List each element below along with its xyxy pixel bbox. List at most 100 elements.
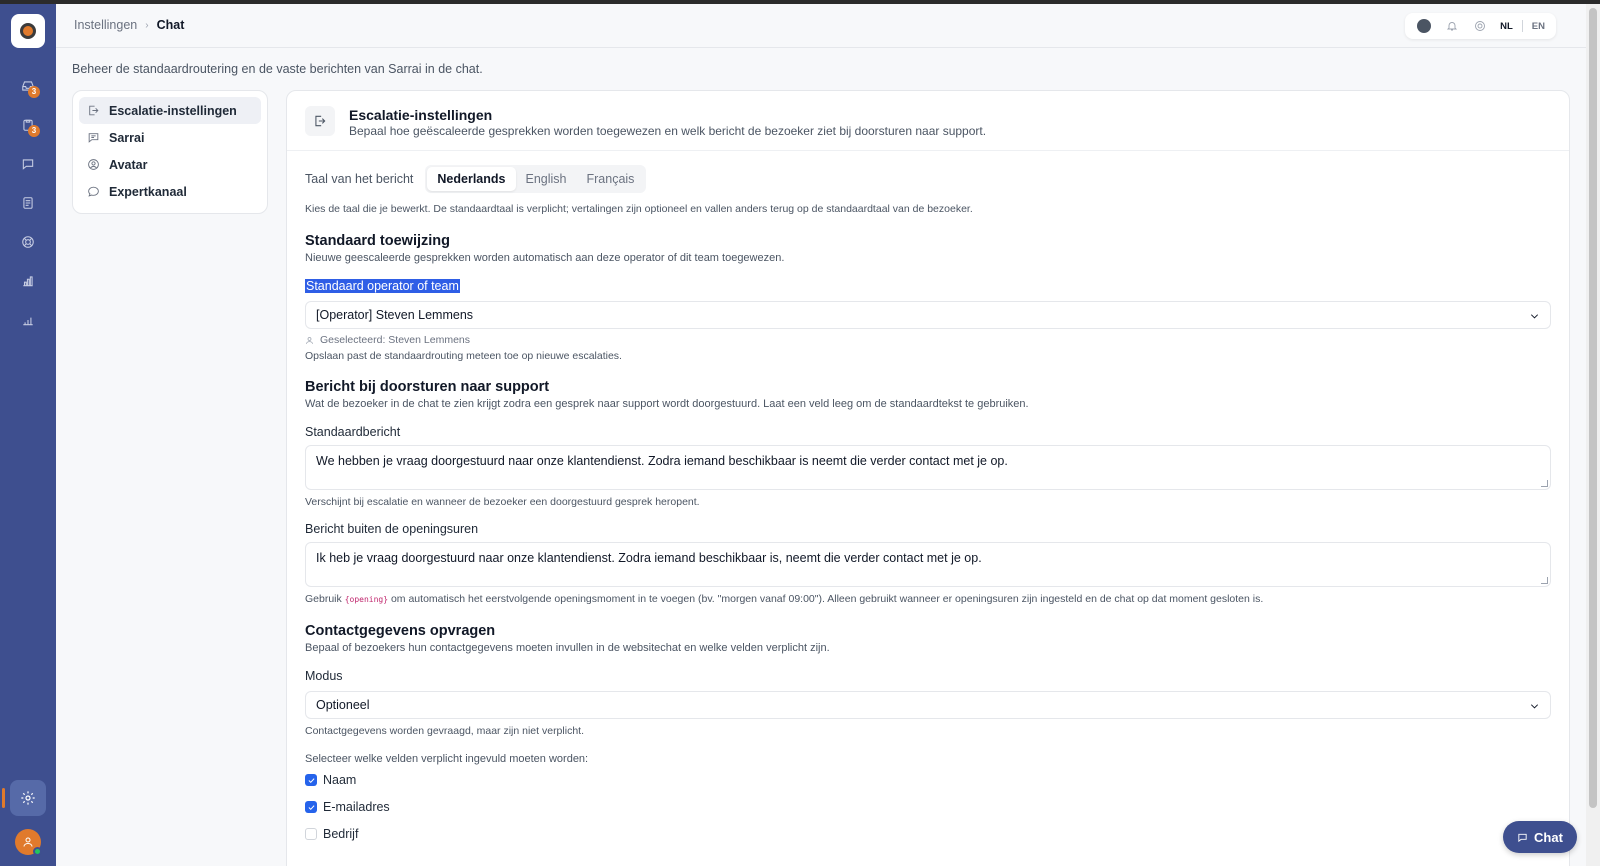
subnav-label: Escalatie-instellingen: [109, 103, 237, 118]
subnav-label: Avatar: [109, 157, 148, 172]
after-hours-textarea[interactable]: Ik heb je vraag doorgestuurd naar onze k…: [305, 542, 1551, 587]
language-tabs: Nederlands English Français: [425, 165, 647, 193]
top-toolbar: NL EN: [1405, 13, 1556, 39]
after-hours-label: Bericht buiten de openingsuren: [305, 522, 479, 536]
operator-select[interactable]: [Operator] Steven Lemmens: [305, 301, 1551, 329]
check-icon: [308, 777, 314, 783]
mode-label: Modus: [305, 669, 343, 683]
online-status-dot: [33, 847, 42, 856]
operator-field-label: Standaard operator of team: [305, 279, 460, 293]
theme-toggle[interactable]: [1413, 15, 1435, 37]
breadcrumb-parent[interactable]: Instellingen: [74, 18, 137, 32]
assignment-heading: Standaard toewijzing: [305, 233, 451, 249]
field-checkbox-bedrijf[interactable]: Bedrijf: [305, 827, 358, 841]
rail-inbox[interactable]: 3: [16, 74, 40, 98]
assignment-description: Nieuwe geescaleerde gesprekken worden au…: [305, 252, 785, 264]
window-scrollbar[interactable]: [1586, 4, 1600, 866]
after-hours-hint: Gebruik {opening} om automatisch het eer…: [305, 593, 1263, 605]
breadcrumb: Instellingen › Chat: [74, 18, 184, 32]
logo-mark: [20, 23, 36, 39]
theme-circle-icon: [1417, 19, 1432, 33]
rail-settings[interactable]: [2, 780, 46, 816]
opening-placeholder-code: {opening}: [344, 595, 389, 604]
bell-icon: [1447, 22, 1458, 31]
field-checkbox-naam[interactable]: Naam: [305, 773, 356, 787]
operator-select-value: [Operator] Steven Lemmens: [316, 308, 474, 322]
chat-bubble-icon: [1518, 833, 1527, 842]
breadcrumb-current: Chat: [156, 18, 185, 32]
user-circle-icon: [88, 159, 99, 170]
chat-bubble-icon: [22, 159, 34, 170]
gear-icon: [21, 791, 35, 805]
main-sidebar: 3 3: [0, 4, 56, 866]
chat-launcher-label: Chat: [1534, 829, 1563, 845]
user-icon: [23, 837, 33, 847]
save-hint: Opslaan past de standaardrouting meteen …: [305, 350, 622, 362]
notifications-button[interactable]: [1441, 15, 1463, 37]
panel-icon: [305, 106, 335, 136]
checkbox-checked[interactable]: [305, 801, 317, 813]
contact-heading: Contactgegevens opvragen: [305, 623, 496, 639]
rail-reports[interactable]: [16, 269, 40, 293]
required-fields-label: Selecteer welke velden verplicht ingevul…: [305, 753, 589, 765]
after-hours-hint-post: om automatisch het eerstvolgende opening…: [390, 593, 1264, 605]
mode-select-value: Optioneel: [316, 698, 370, 712]
user-avatar[interactable]: [15, 829, 42, 856]
tab-nederlands[interactable]: Nederlands: [427, 167, 516, 191]
panel-title: Escalatie-instellingen: [349, 107, 493, 123]
lang-en-button[interactable]: EN: [1529, 21, 1548, 32]
message-icon: [88, 133, 99, 143]
stats-icon: [23, 317, 33, 326]
subnav-label: Expertkanaal: [109, 184, 187, 199]
app-logo[interactable]: [11, 14, 45, 48]
app-window: 3 3 Instellingen › Chat NL EN Beheer de …: [0, 4, 1586, 866]
default-message-textarea[interactable]: We hebben je vraag doorgestuurd naar onz…: [305, 445, 1551, 490]
forward-message-heading: Bericht bij doorsturen naar support: [305, 379, 550, 395]
help-button[interactable]: [1469, 15, 1491, 37]
inbox-badge: 3: [28, 86, 40, 98]
language-hint: Kies de taal die je bewerkt. De standaar…: [305, 203, 973, 215]
bar-chart-icon: [23, 276, 33, 287]
tab-francais[interactable]: Français: [577, 167, 645, 191]
selected-operator-info: Geselecteerd: Steven Lemmens: [305, 334, 470, 346]
rail-tasks[interactable]: 3: [16, 113, 40, 137]
checkbox-checked[interactable]: [305, 774, 317, 786]
after-hours-hint-pre: Gebruik: [305, 593, 342, 605]
subnav-item-escalation[interactable]: Escalatie-instellingen: [79, 97, 261, 124]
checkbox-label: E-mailadres: [323, 800, 390, 814]
top-bar: Instellingen › Chat NL EN: [56, 4, 1586, 48]
checkbox-label: Bedrijf: [323, 827, 359, 841]
rail-support[interactable]: [16, 230, 40, 254]
lifebuoy-icon: [22, 236, 34, 248]
language-label: Taal van het bericht: [305, 172, 414, 186]
subnav-item-expertkanaal[interactable]: Expertkanaal: [79, 178, 261, 205]
check-icon: [308, 804, 314, 810]
page-description: Beheer de standaardroutering en de vaste…: [72, 62, 483, 76]
lang-nl-button[interactable]: NL: [1497, 21, 1516, 32]
selected-operator-text: Geselecteerd: Steven Lemmens: [320, 334, 470, 346]
rail-chats[interactable]: [16, 152, 40, 176]
default-message-label: Standaardbericht: [305, 425, 401, 439]
chevron-right-icon: ›: [145, 19, 149, 31]
mode-select[interactable]: Optioneel: [305, 691, 1551, 719]
user-icon: [306, 336, 313, 344]
subnav-item-sarrai[interactable]: Sarrai: [79, 124, 261, 151]
scrollbar-thumb[interactable]: [1589, 8, 1597, 808]
lang-divider: [1521, 20, 1523, 32]
default-message-hint: Verschijnt bij escalatie en wanneer de b…: [305, 496, 700, 508]
chevron-down-icon: [1530, 314, 1539, 319]
lifebuoy-icon: [1475, 21, 1486, 31]
language-selector: Taal van het bericht Nederlands English …: [305, 165, 647, 193]
tasks-badge: 3: [28, 125, 40, 137]
rail-documents[interactable]: [16, 191, 40, 215]
document-icon: [23, 197, 33, 209]
chevron-down-icon: [1530, 704, 1539, 709]
subnav-item-avatar[interactable]: Avatar: [79, 151, 261, 178]
rail-stats[interactable]: [16, 308, 40, 332]
tab-english[interactable]: English: [516, 167, 577, 191]
checkbox-unchecked[interactable]: [305, 828, 317, 840]
chat-launcher-button[interactable]: Chat: [1503, 821, 1577, 853]
settings-subnav: Escalatie-instellingen Sarrai Avatar Exp…: [72, 90, 268, 214]
panel-subtitle: Bepaal hoe geëscaleerde gesprekken worde…: [349, 124, 987, 138]
field-checkbox-email[interactable]: E-mailadres: [305, 800, 390, 814]
